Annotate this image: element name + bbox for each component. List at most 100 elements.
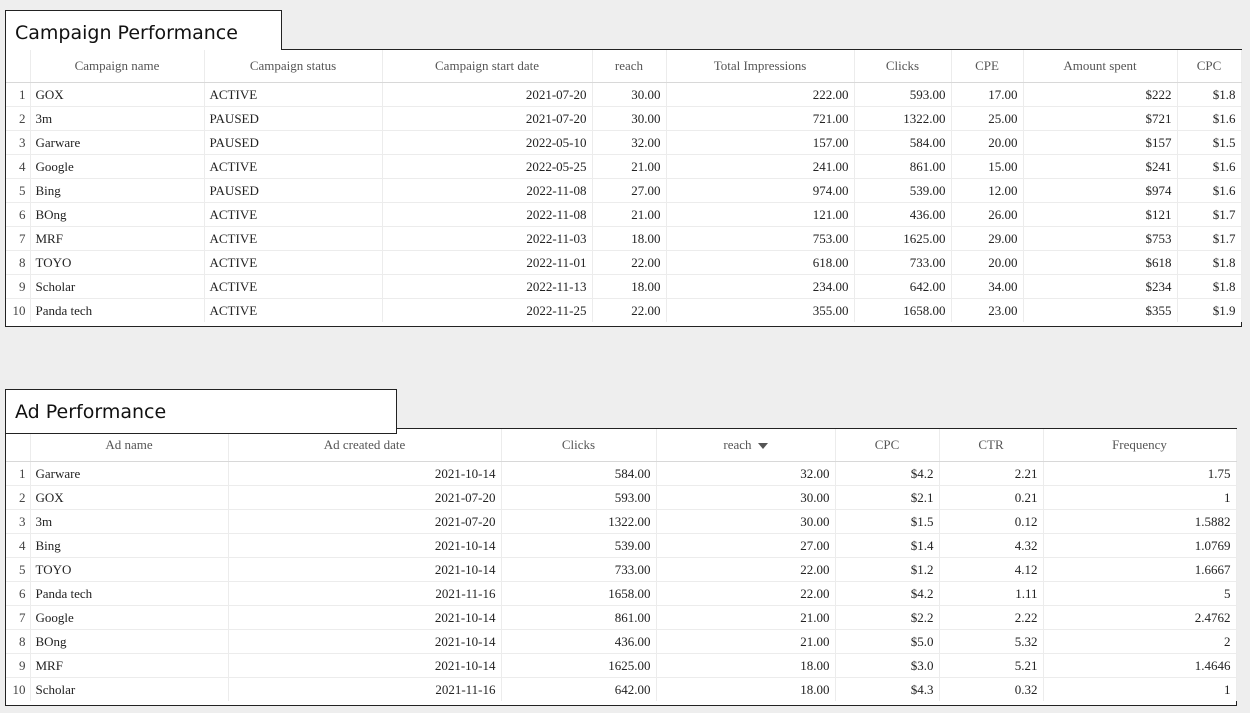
cell-ctr: 4.32	[939, 533, 1044, 558]
cell-ad-name: TOYO	[30, 557, 229, 582]
cell-frequency: 5	[1043, 581, 1237, 606]
cell-cpe: 17.00	[951, 82, 1024, 107]
table-row[interactable]: 6 BOng ACTIVE 2022-11-08 21.00 121.00 436.00 26…	[6, 202, 1242, 227]
cell-campaign-name: 3m	[30, 106, 205, 131]
cell-amount-spent: $753	[1023, 226, 1178, 251]
column-header-reach[interactable]: reach	[656, 429, 836, 462]
table-row[interactable]: 7 MRF ACTIVE 2022-11-03 18.00 753.00 1625.00 29…	[6, 226, 1242, 251]
table-row[interactable]: 7 Google 2021-10-14 861.00 21.00 $2.2 2.22 2.47…	[6, 605, 1237, 630]
cell-reach: 18.00	[592, 274, 667, 299]
column-header-clicks[interactable]: Clicks	[501, 429, 657, 462]
cell-total-impressions: 753.00	[666, 226, 855, 251]
cell-ad-name: Google	[30, 605, 229, 630]
cell-ad-created-date: 2021-11-16	[228, 677, 502, 701]
column-header-frequency[interactable]: Frequency	[1043, 429, 1237, 462]
table-row[interactable]: 5 TOYO 2021-10-14 733.00 22.00 $1.2 4.12 1.6667	[6, 557, 1237, 582]
cell-campaign-name: Garware	[30, 130, 205, 155]
column-header-label: reach	[723, 437, 752, 452]
cell-campaign-status: PAUSED	[204, 178, 383, 203]
table-row[interactable]: 10 Scholar 2021-11-16 642.00 18.00 $4.3 0.32 1	[6, 677, 1237, 701]
cell-frequency: 1	[1043, 677, 1237, 701]
table-row[interactable]: 9 MRF 2021-10-14 1625.00 18.00 $3.0 5.21 1.4646	[6, 653, 1237, 678]
column-header-label: Clicks	[885, 58, 920, 73]
cell-reach: 22.00	[656, 557, 836, 582]
cell-cpc: $1.8	[1177, 274, 1242, 299]
column-header-clicks[interactable]: Clicks	[854, 50, 952, 83]
cell-total-impressions: 121.00	[666, 202, 855, 227]
cell-campaign-start-date: 2022-11-08	[382, 178, 593, 203]
table-row[interactable]: 4 Bing 2021-10-14 539.00 27.00 $1.4 4.32 1.0769	[6, 533, 1237, 558]
cell-total-impressions: 618.00	[666, 250, 855, 275]
column-header-label: Amount spent	[1063, 58, 1137, 73]
cell-reach: 30.00	[656, 509, 836, 534]
cell-amount-spent: $355	[1023, 298, 1178, 322]
column-header-reach[interactable]: reach	[592, 50, 667, 83]
table-row[interactable]: 3 Garware PAUSED 2022-05-10 32.00 157.00 584.0…	[6, 130, 1242, 155]
table-row[interactable]: 6 Panda tech 2021-11-16 1658.00 22.00 $4.2 1.1…	[6, 581, 1237, 606]
column-header-ctr[interactable]: CTR	[939, 429, 1044, 462]
cell-campaign-start-date: 2022-05-10	[382, 130, 593, 155]
ad-performance-table: Ad name Ad created date Clicks reach CPC CTR F…	[5, 428, 1237, 706]
cell-ad-created-date: 2021-11-16	[228, 581, 502, 606]
cell-campaign-start-date: 2022-11-13	[382, 274, 593, 299]
row-index: 8	[6, 250, 31, 275]
column-header-campaign-status[interactable]: Campaign status	[204, 50, 383, 83]
table-row[interactable]: 1 Garware 2021-10-14 584.00 32.00 $4.2 2.21 1.7…	[6, 461, 1237, 486]
cell-cpc: $3.0	[835, 653, 940, 678]
column-header-campaign-name[interactable]: Campaign name	[30, 50, 205, 83]
cell-cpe: 23.00	[951, 298, 1024, 322]
row-index: 5	[6, 178, 31, 203]
cell-clicks: 861.00	[501, 605, 657, 630]
row-index: 3	[6, 509, 31, 534]
table-row[interactable]: 8 BOng 2021-10-14 436.00 21.00 $5.0 5.32 2	[6, 629, 1237, 654]
table-row[interactable]: 1 GOX ACTIVE 2021-07-20 30.00 222.00 593.00 17.…	[6, 82, 1242, 107]
row-index-header	[6, 50, 31, 83]
column-header-amount-spent[interactable]: Amount spent	[1023, 50, 1178, 83]
table-row[interactable]: 5 Bing PAUSED 2022-11-08 27.00 974.00 539.00 12…	[6, 178, 1242, 203]
cell-campaign-status: ACTIVE	[204, 298, 383, 322]
cell-campaign-start-date: 2022-11-03	[382, 226, 593, 251]
sort-descending-icon[interactable]	[757, 443, 768, 450]
table-row[interactable]: 2 3m PAUSED 2021-07-20 30.00 721.00 1322.00 25.…	[6, 106, 1242, 131]
row-index: 5	[6, 557, 31, 582]
cell-ad-created-date: 2021-10-14	[228, 533, 502, 558]
table-row[interactable]: 4 Google ACTIVE 2022-05-25 21.00 241.00 861.00…	[6, 154, 1242, 179]
row-index: 6	[6, 581, 31, 606]
column-header-total-impressions[interactable]: Total Impressions	[666, 50, 855, 83]
row-index: 6	[6, 202, 31, 227]
cell-reach: 30.00	[656, 485, 836, 510]
cell-cpc: $5.0	[835, 629, 940, 654]
table-row[interactable]: 2 GOX 2021-07-20 593.00 30.00 $2.1 0.21 1	[6, 485, 1237, 510]
cell-campaign-name: BOng	[30, 202, 205, 227]
cell-cpe: 20.00	[951, 130, 1024, 155]
cell-campaign-start-date: 2022-05-25	[382, 154, 593, 179]
cell-cpe: 20.00	[951, 250, 1024, 275]
table-row[interactable]: 9 Scholar ACTIVE 2022-11-13 18.00 234.00 642.0…	[6, 274, 1242, 299]
cell-cpc: $1.6	[1177, 106, 1242, 131]
column-header-campaign-start-date[interactable]: Campaign start date	[382, 50, 593, 83]
cell-ad-created-date: 2021-10-14	[228, 461, 502, 486]
cell-clicks: 733.00	[501, 557, 657, 582]
cell-ad-name: BOng	[30, 629, 229, 654]
cell-ctr: 2.22	[939, 605, 1044, 630]
cell-reach: 22.00	[592, 250, 667, 275]
column-header-cpe[interactable]: CPE	[951, 50, 1024, 83]
column-header-cpc[interactable]: CPC	[835, 429, 940, 462]
table-row[interactable]: 8 TOYO ACTIVE 2022-11-01 22.00 618.00 733.00 20…	[6, 250, 1242, 275]
cell-campaign-status: ACTIVE	[204, 274, 383, 299]
cell-cpc: $1.2	[835, 557, 940, 582]
cell-ctr: 5.21	[939, 653, 1044, 678]
cell-clicks: 1658.00	[854, 298, 952, 322]
cell-clicks: 1625.00	[501, 653, 657, 678]
cell-campaign-start-date: 2021-07-20	[382, 82, 593, 107]
cell-cpe: 26.00	[951, 202, 1024, 227]
table-row[interactable]: 10 Panda tech ACTIVE 2022-11-25 22.00 355.00 1…	[6, 298, 1242, 322]
column-header-cpc[interactable]: CPC	[1177, 50, 1242, 83]
cell-campaign-status: ACTIVE	[204, 226, 383, 251]
cell-total-impressions: 222.00	[666, 82, 855, 107]
column-header-label: CPC	[874, 437, 900, 452]
cell-cpc: $1.7	[1177, 202, 1242, 227]
row-index: 4	[6, 533, 31, 558]
cell-ctr: 0.12	[939, 509, 1044, 534]
table-row[interactable]: 3 3m 2021-07-20 1322.00 30.00 $1.5 0.12 1.5882	[6, 509, 1237, 534]
